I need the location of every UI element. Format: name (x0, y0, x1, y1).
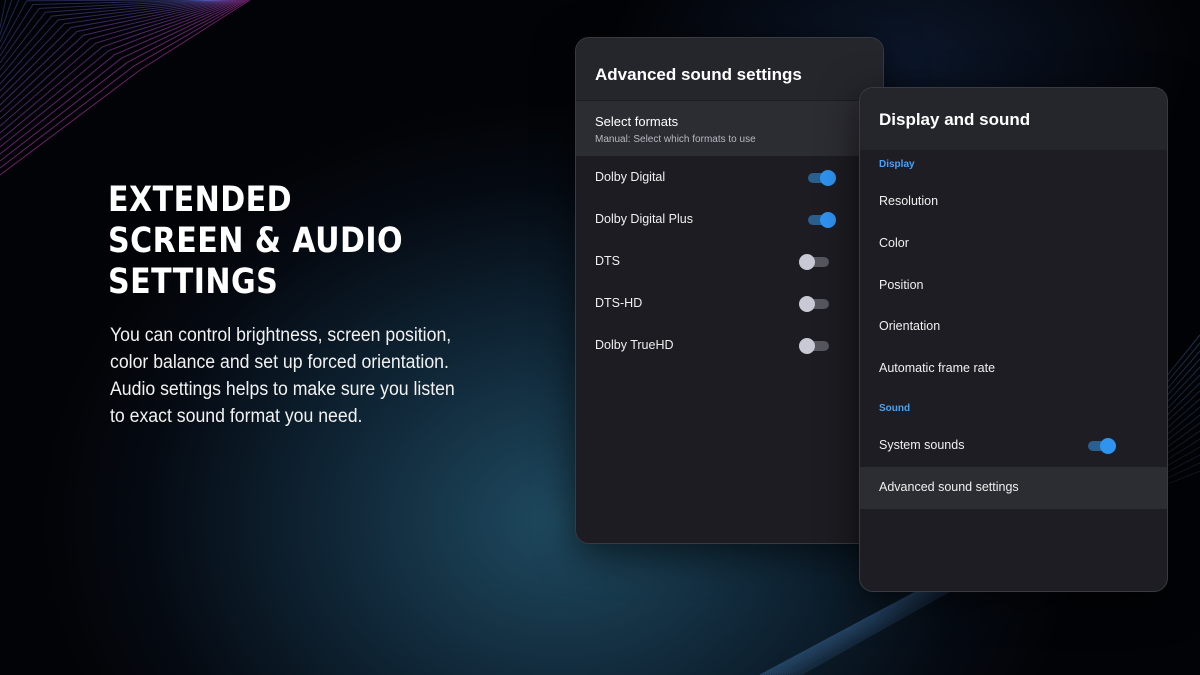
menu-item-system-sounds[interactable]: System sounds (860, 425, 1167, 467)
headline-line-3: SETTINGS (108, 262, 279, 302)
description: You can control brightness, screen posit… (110, 322, 510, 430)
format-row-dts[interactable]: DTS (576, 241, 883, 283)
decorative-line (0, 0, 234, 120)
headline-line-1: EXTENDED (108, 180, 293, 220)
menu-item-orientation[interactable]: Orientation (860, 306, 1167, 348)
sound-section-label: Sound (879, 403, 911, 414)
display-section-label: Display (879, 159, 915, 170)
menu-item-label: Automatic frame rate (879, 361, 996, 375)
system-sounds-toggle[interactable] (1088, 438, 1116, 454)
advanced-sound-settings-panel: Advanced sound settings Select formats M… (575, 37, 884, 544)
decorative-line (0, 0, 223, 85)
display-and-sound-panel: Display and sound Display Resolution Col… (859, 87, 1168, 592)
panel-header: Advanced sound settings (576, 38, 883, 100)
decorative-line (0, 0, 247, 162)
menu-item-position[interactable]: Position (860, 265, 1167, 307)
description-line-1: You can control brightness, screen posit… (110, 325, 452, 346)
select-formats-item[interactable]: Select formats Manual: Select which form… (576, 101, 883, 156)
description-line-2: color balance and set up forced orientat… (110, 352, 449, 373)
toggle-knob (820, 212, 836, 228)
select-formats-subtitle: Manual: Select which formats to use (595, 134, 756, 145)
toggle-knob (799, 254, 815, 270)
menu-item-label: System sounds (879, 438, 965, 452)
dolby-digital-plus-toggle[interactable] (808, 212, 836, 228)
menu-item-resolution[interactable]: Resolution (860, 181, 1167, 223)
decorative-line (0, 0, 240, 141)
panel-header: Display and sound (860, 88, 1167, 150)
decorative-line (0, 0, 213, 50)
select-formats-title: Select formats (595, 114, 679, 129)
format-row-dolby-digital[interactable]: Dolby Digital (576, 157, 883, 199)
menu-item-label: Orientation (879, 319, 941, 333)
toggle-knob (799, 296, 815, 312)
dolby-truehd-toggle[interactable] (799, 338, 831, 354)
panel-title: Advanced sound settings (595, 65, 802, 84)
menu-item-label: Color (879, 236, 909, 250)
menu-item-color[interactable]: Color (860, 223, 1167, 265)
toggle-knob (799, 338, 815, 354)
toggle-knob (1100, 438, 1116, 454)
menu-item-label: Resolution (879, 194, 939, 208)
format-row-dolby-truehd[interactable]: Dolby TrueHD (576, 325, 883, 367)
dts-hd-toggle[interactable] (799, 296, 831, 312)
menu-item-label: Advanced sound settings (879, 480, 1019, 494)
description-line-4: to exact sound format you need. (110, 406, 363, 427)
format-row-dolby-digital-plus[interactable]: Dolby Digital Plus (576, 199, 883, 241)
headline: EXTENDED SCREEN & AUDIO SETTINGS (108, 180, 528, 303)
format-label: DTS-HD (595, 296, 643, 310)
menu-item-automatic-frame-rate[interactable]: Automatic frame rate (860, 348, 1167, 390)
description-line-3: Audio settings helps to make sure you li… (110, 379, 455, 400)
headline-line-2: SCREEN & AUDIO (108, 221, 404, 261)
panel-title: Display and sound (879, 110, 1031, 129)
format-label: Dolby Digital (595, 170, 666, 184)
menu-item-advanced-sound-settings[interactable]: Advanced sound settings (860, 467, 1167, 509)
format-label: DTS (595, 254, 620, 268)
format-label: Dolby TrueHD (595, 338, 674, 352)
format-label: Dolby Digital Plus (595, 212, 693, 226)
toggle-knob (820, 170, 836, 186)
format-row-dts-hd[interactable]: DTS-HD (576, 283, 883, 325)
menu-item-label: Position (879, 278, 924, 292)
dts-toggle[interactable] (799, 254, 831, 270)
decorative-line (0, 0, 251, 176)
dolby-digital-toggle[interactable] (808, 170, 836, 186)
